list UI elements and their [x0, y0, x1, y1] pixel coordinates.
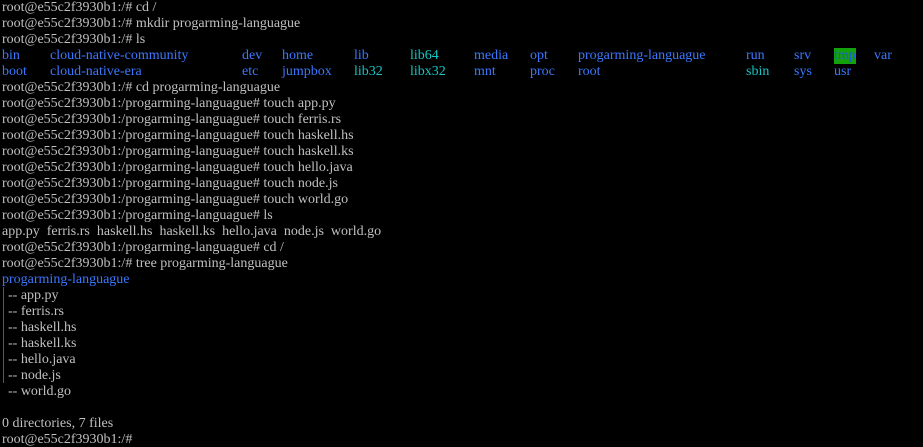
- ls-entry-home: home: [282, 48, 314, 63]
- tree-entry: -- ferris.rs: [8, 304, 64, 319]
- terminal-line: root@e55c2f3930b1:/progarming-languague#…: [2, 144, 354, 159]
- ls-entry-root: root: [578, 64, 601, 79]
- terminal-line: root@e55c2f3930b1:/# cd /: [2, 0, 157, 15]
- ls-entry-opt: opt: [530, 48, 548, 63]
- ls-entry-sys: sys: [794, 64, 812, 79]
- terminal-line: root@e55c2f3930b1:/# ls: [2, 32, 146, 47]
- terminal-window[interactable]: root@e55c2f3930b1:/# cd / root@e55c2f393…: [0, 0, 923, 447]
- ls-entry-boot: boot: [2, 64, 27, 79]
- ls-entry-jumpbox: jumpbox: [282, 64, 332, 79]
- terminal-line: root@e55c2f3930b1:/progarming-languague#…: [2, 176, 338, 191]
- terminal-line: root@e55c2f3930b1:/progarming-languague#…: [2, 240, 284, 255]
- ls-entry-libx32: libx32: [410, 64, 446, 79]
- ls-entry-usr: usr: [834, 64, 852, 79]
- tree-guide-line: [3, 287, 4, 383]
- tree-entry: -- world.go: [8, 384, 71, 399]
- tree-summary: 0 directories, 7 files: [2, 416, 114, 431]
- ls-entry-lib64: lib64: [410, 48, 439, 63]
- ls-entry-run: run: [746, 48, 765, 63]
- tree-entry: -- haskell.hs: [8, 320, 77, 335]
- tree-entry: -- app.py: [8, 288, 59, 303]
- terminal-line: root@e55c2f3930b1:/# mkdir progarming-la…: [2, 16, 301, 31]
- ls-output-row-2: boot cloud-native-era etc jumpbox lib32 …: [2, 64, 923, 80]
- tree-entry: -- haskell.ks: [8, 336, 77, 351]
- terminal-line: root@e55c2f3930b1:/progarming-languague#…: [2, 128, 354, 143]
- ls-entry-mnt: mnt: [474, 64, 496, 79]
- tree-entry: -- hello.java: [8, 352, 76, 367]
- ls-entry-progarming-languague: progarming-languague: [578, 48, 706, 63]
- ls-entry-bin: bin: [2, 48, 20, 63]
- ls-entry-lib: lib: [354, 48, 369, 63]
- ls-entry-media: media: [474, 48, 509, 63]
- ls-entry-sbin: sbin: [746, 64, 770, 79]
- terminal-line: root@e55c2f3930b1:/progarming-languague#…: [2, 208, 273, 223]
- tree-entry: -- node.js: [8, 368, 61, 383]
- ls-entry-proc: proc: [530, 64, 555, 79]
- ls-output-row-1: bin cloud-native-community dev home lib …: [2, 48, 923, 64]
- terminal-line: root@e55c2f3930b1:/progarming-languague#…: [2, 160, 353, 175]
- ls-entry-lib32: lib32: [354, 64, 383, 79]
- terminal-line: root@e55c2f3930b1:/# tree progarming-lan…: [2, 256, 288, 271]
- ls-entry-srv: srv: [794, 48, 812, 63]
- terminal-line: root@e55c2f3930b1:/progarming-languague#…: [2, 192, 349, 207]
- terminal-line: root@e55c2f3930b1:/progarming-languague#…: [2, 96, 336, 111]
- command-prompt[interactable]: root@e55c2f3930b1:/#: [2, 432, 923, 447]
- tree-root-directory: progarming-languague: [2, 272, 130, 287]
- ls-entry-dev: dev: [242, 48, 263, 63]
- ls-entry-tmp: tmp: [834, 48, 856, 64]
- ls-entry-cloud-native-era: cloud-native-era: [50, 64, 142, 79]
- ls-output-files: app.py ferris.rs haskell.hs haskell.ks h…: [2, 224, 382, 239]
- ls-entry-cloud-native-community: cloud-native-community: [50, 48, 189, 63]
- ls-entry-etc: etc: [242, 64, 259, 79]
- terminal-line: root@e55c2f3930b1:/progarming-languague#…: [2, 112, 342, 127]
- terminal-line: root@e55c2f3930b1:/# cd progarming-langu…: [2, 80, 281, 95]
- ls-entry-var: var: [874, 48, 892, 63]
